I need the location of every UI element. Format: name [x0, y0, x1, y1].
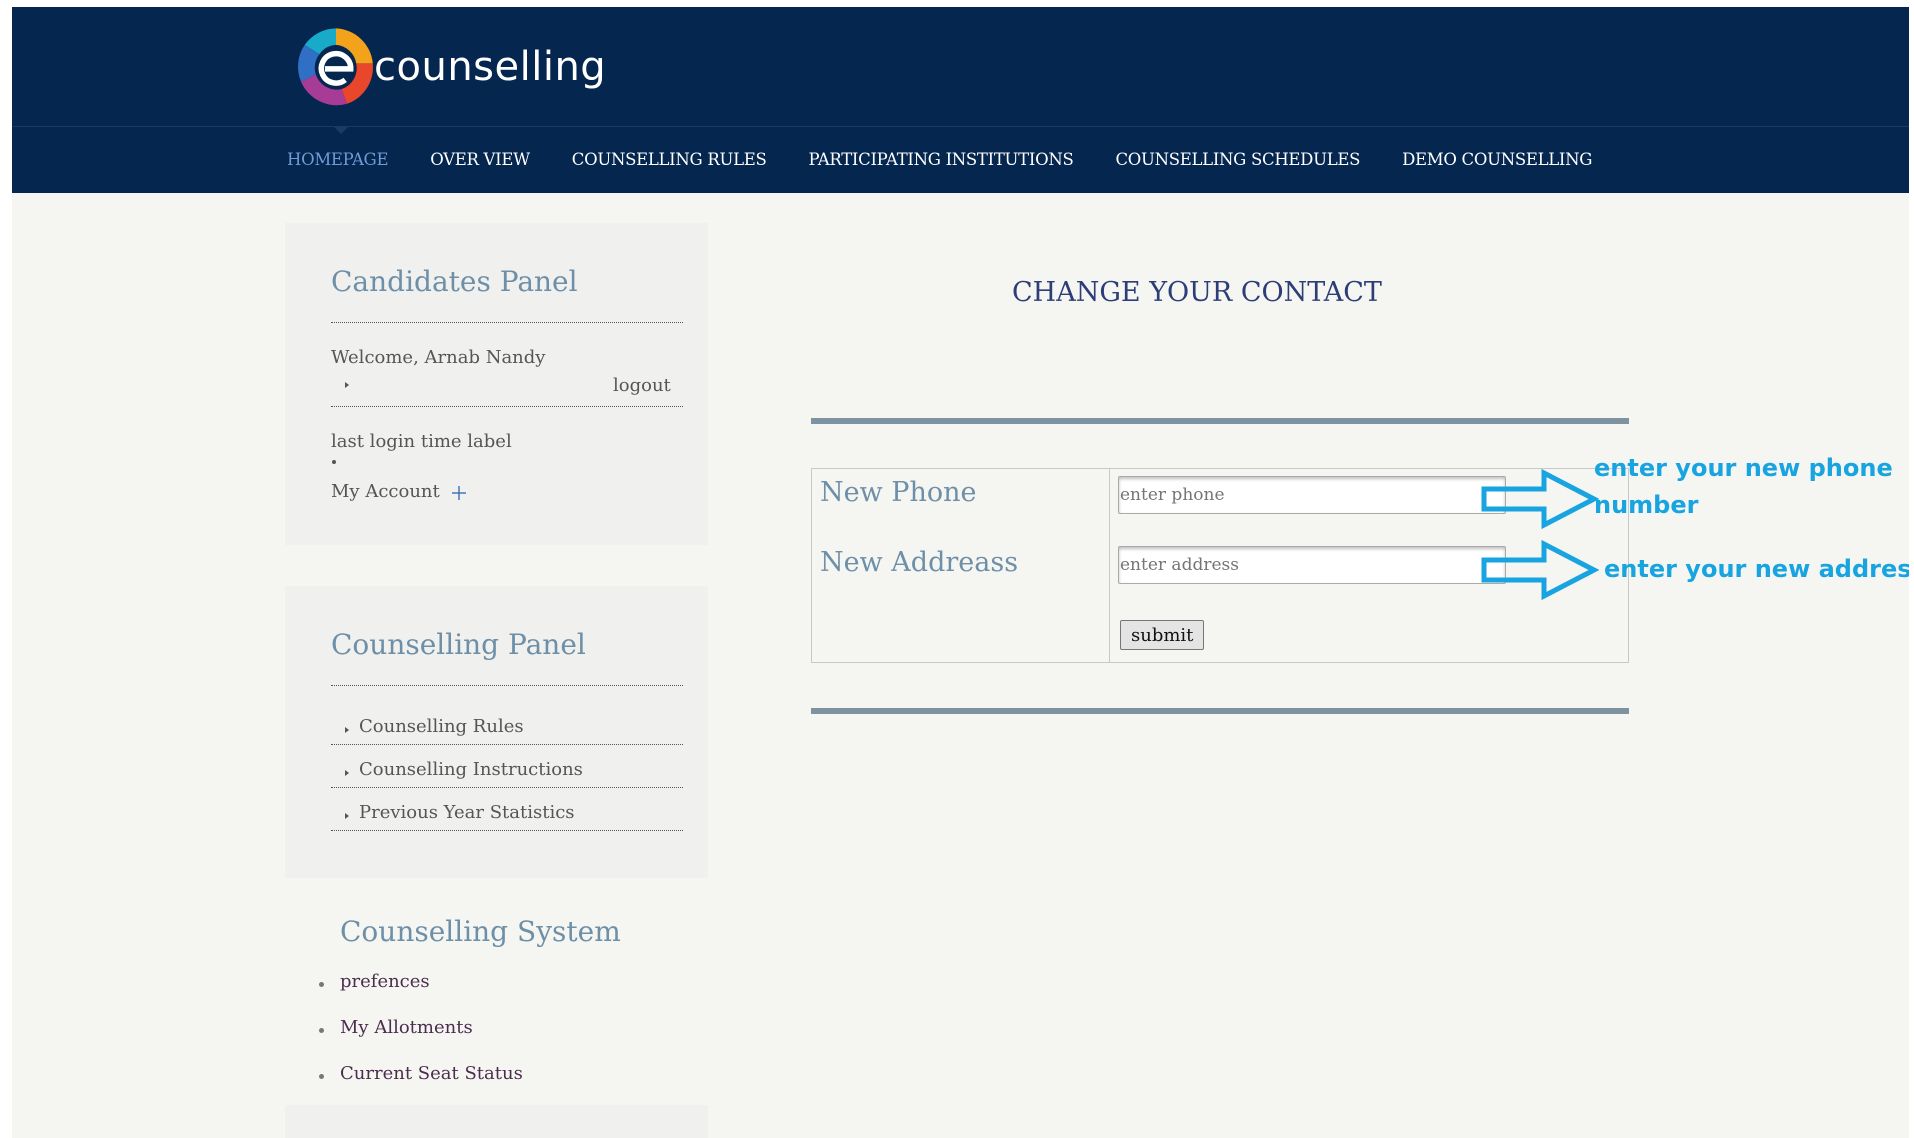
new-phone-input[interactable]: [1118, 476, 1506, 514]
my-account-link[interactable]: My Account: [331, 481, 440, 502]
bullet-dot-icon: [319, 1028, 324, 1033]
main-nav: HOMEPAGE OVER VIEW COUNSELLING RULES PAR…: [287, 150, 1634, 169]
logout-link[interactable]: logout: [613, 375, 671, 396]
site-logo[interactable]: counselling: [290, 21, 606, 113]
nav-item-homepage[interactable]: HOMEPAGE: [287, 150, 388, 169]
counselling-panel: Counselling Panel Counselling Rules Coun…: [285, 586, 708, 878]
swirl-logo-icon: [297, 28, 374, 106]
counselling-rules-link[interactable]: Counselling Rules: [359, 716, 524, 737]
page-title: CHANGE YOUR CONTACT: [1012, 277, 1382, 308]
system-item-my-allotments[interactable]: My Allotments: [340, 1017, 473, 1038]
annotation-phone-line2: number: [1594, 491, 1699, 519]
next-panel-edge: [285, 1105, 708, 1138]
counselling-instructions-link[interactable]: Counselling Instructions: [359, 759, 583, 780]
new-address-input[interactable]: [1118, 546, 1506, 584]
welcome-text: Welcome, Arnab Nandy: [331, 347, 546, 368]
bullet-arrow-icon: [345, 770, 349, 776]
annotation-address-text: enter your new address: [1604, 555, 1909, 583]
candidates-panel: Candidates Panel Welcome, Arnab Nandy lo…: [285, 223, 708, 545]
brand-wordmark: counselling: [374, 44, 607, 90]
divider: [331, 685, 683, 686]
system-item-current-seat-status[interactable]: Current Seat Status: [340, 1063, 523, 1084]
bottom-rule: [811, 708, 1629, 714]
annotation-phone-line1: enter your new phone: [1594, 454, 1893, 482]
page-frame: counselling HOMEPAGE OVER VIEW COUNSELLI…: [12, 7, 1909, 1138]
annotation-arrow-icon: [1481, 540, 1599, 600]
annotation-phone-text: enter your new phone number: [1594, 450, 1893, 524]
divider: [331, 322, 683, 323]
bullet-arrow-icon: [345, 813, 349, 819]
previous-year-statistics-link[interactable]: Previous Year Statistics: [359, 802, 575, 823]
counselling-system-title: Counselling System: [340, 915, 621, 948]
nav-item-counselling-rules[interactable]: COUNSELLING RULES: [572, 150, 767, 169]
system-item-prefences[interactable]: prefences: [340, 971, 430, 992]
bullet-arrow-icon: [345, 727, 349, 733]
top-rule: [811, 418, 1629, 424]
bullet-arrow-icon: [345, 382, 349, 388]
new-address-label: New Addreass: [820, 547, 1019, 578]
plus-cursor-icon: [452, 486, 466, 500]
submit-button[interactable]: submit: [1120, 620, 1205, 650]
bullet-dot-icon: [319, 1074, 324, 1079]
nav-item-demo-counselling[interactable]: DEMO COUNSELLING: [1402, 150, 1592, 169]
last-login-label: last login time label: [331, 431, 512, 452]
candidates-panel-title: Candidates Panel: [331, 265, 578, 298]
bullet-dot-icon: [332, 460, 336, 464]
form-column-divider: [1109, 469, 1110, 662]
divider: [331, 830, 683, 831]
nav-item-participating-institutions[interactable]: PARTICIPATING INSTITUTIONS: [808, 150, 1073, 169]
bullet-dot-icon: [319, 982, 324, 987]
nav-item-counselling-schedules[interactable]: COUNSELLING SCHEDULES: [1115, 150, 1360, 169]
divider: [331, 787, 683, 788]
logo-bar: counselling: [12, 7, 1909, 127]
divider: [331, 406, 683, 407]
counselling-panel-title: Counselling Panel: [331, 628, 586, 661]
divider: [331, 744, 683, 745]
annotation-arrow-icon: [1481, 469, 1599, 529]
active-nav-pointer: [333, 126, 349, 134]
new-phone-label: New Phone: [820, 477, 977, 508]
nav-item-overview[interactable]: OVER VIEW: [430, 150, 530, 169]
site-header: counselling HOMEPAGE OVER VIEW COUNSELLI…: [12, 7, 1909, 193]
